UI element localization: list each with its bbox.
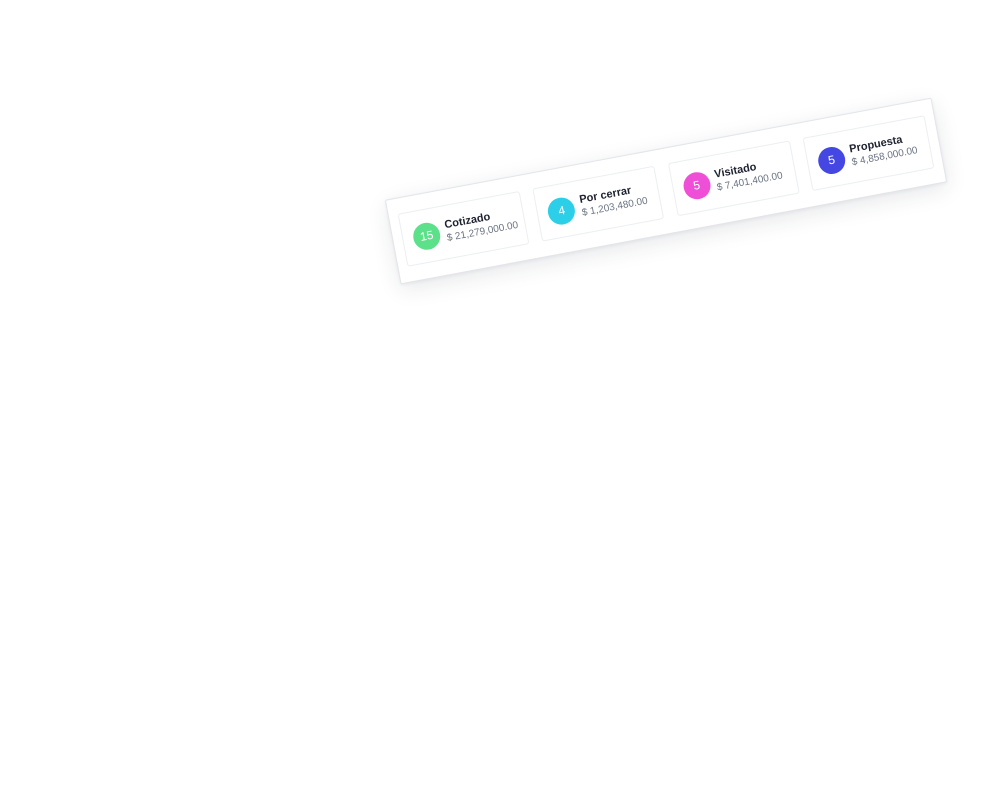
count-badge: 5 [680, 169, 713, 202]
stage-card-visitado[interactable]: 5 Visitado $ 7,401,400.00 [667, 140, 800, 217]
count-badge: 15 [410, 220, 443, 252]
count-badge: 5 [815, 144, 848, 176]
count-badge: 4 [545, 194, 578, 227]
stage-card-text: Cotizado $ 21,279,000.00 [443, 206, 519, 245]
stage-card-text: Visitado $ 7,401,400.00 [713, 157, 783, 195]
stage-card-cotizado[interactable]: 15 Cotizado $ 21,279,000.00 [397, 190, 530, 267]
stage-card-por-cerrar[interactable]: 4 Por cerrar $ 1,203,480.00 [532, 165, 665, 242]
canvas: 15 Cotizado $ 21,279,000.00 4 Por cerrar… [0, 0, 1000, 800]
stage-card-text: Propuesta $ 4,858,000.00 [848, 131, 918, 169]
pipeline-summary-strip: 15 Cotizado $ 21,279,000.00 4 Por cerrar… [384, 97, 948, 285]
stage-card-text: Por cerrar $ 1,203,480.00 [578, 182, 648, 220]
stage-card-propuesta[interactable]: 5 Propuesta $ 4,858,000.00 [802, 115, 935, 192]
